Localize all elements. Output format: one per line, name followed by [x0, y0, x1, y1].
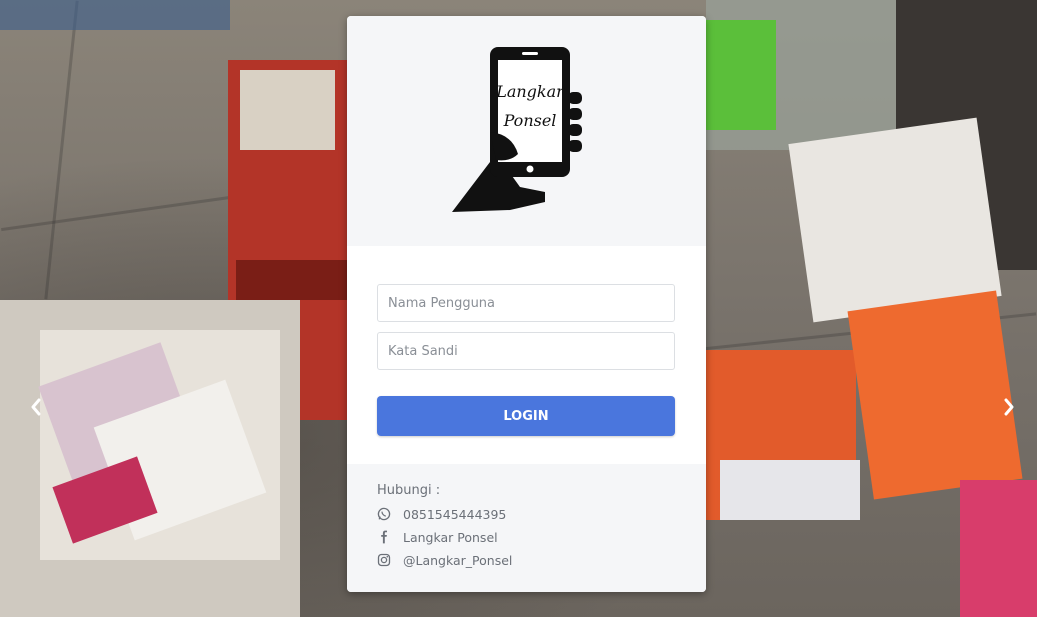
contact-panel: Hubungi : 0851545444395 Langkar Ponsel @… [347, 464, 706, 592]
logo-panel: Langkar Ponsel [347, 16, 706, 246]
chevron-left-icon [31, 398, 41, 416]
contact-instagram-text: @Langkar_Ponsel [403, 552, 513, 568]
login-button[interactable]: LOGIN [377, 396, 675, 436]
instagram-icon [377, 553, 391, 567]
contact-instagram[interactable]: @Langkar_Ponsel [377, 550, 512, 570]
whatsapp-icon [377, 507, 391, 521]
contact-phone-text: 0851545444395 [403, 506, 507, 522]
logo-text-line2: Ponsel [503, 111, 557, 130]
login-card: Langkar Ponsel LOGIN Hubungi : 085154544… [347, 16, 706, 592]
carousel-next-button[interactable] [1003, 398, 1015, 421]
logo-text-line1: Langkar [495, 82, 565, 101]
contact-facebook[interactable]: Langkar Ponsel [377, 527, 498, 547]
carousel-prev-button[interactable] [30, 398, 42, 421]
contact-facebook-text: Langkar Ponsel [403, 529, 498, 545]
username-input[interactable] [377, 284, 675, 322]
facebook-icon [377, 530, 391, 544]
contact-phone[interactable]: 0851545444395 [377, 504, 506, 524]
brand-logo: Langkar Ponsel [452, 47, 582, 212]
contact-title: Hubungi : [377, 483, 441, 498]
chevron-right-icon [1004, 398, 1014, 416]
password-input[interactable] [377, 332, 675, 370]
